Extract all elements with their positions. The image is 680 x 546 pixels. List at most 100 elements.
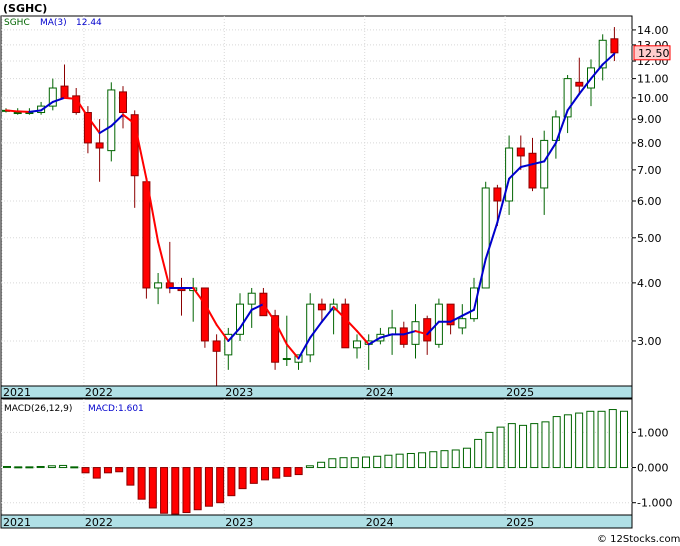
candle-body — [528, 152, 537, 189]
price-legend-ma: MA(3) — [40, 18, 67, 28]
macd-bar — [59, 464, 68, 469]
candle-body — [540, 139, 549, 189]
macd-bar — [3, 465, 11, 469]
macd-bar — [305, 465, 314, 469]
macd-tick-label: 0.000 — [637, 462, 669, 475]
macd-bar — [261, 467, 270, 481]
ma-segment — [5, 109, 19, 113]
macd-bar — [227, 467, 236, 497]
candle-body — [516, 147, 525, 157]
macd-bar — [171, 467, 180, 515]
macd-year-label: 2025 — [506, 516, 534, 529]
candle-body — [247, 292, 256, 305]
macd-bar — [350, 457, 359, 469]
price-year-label: 2025 — [506, 386, 534, 399]
chart-root: 3.00 4.00 5.00 6.00 7.00 8.00 9.00 10.00 11.00 12… — [0, 0, 680, 546]
candle-body — [95, 142, 104, 149]
price-tick-label: 7.00 — [637, 164, 662, 177]
macd-bar — [317, 461, 326, 469]
site-credit: © 12Stocks.com — [597, 534, 680, 545]
chart-title: (SGHC) — [3, 2, 47, 15]
macd-bar — [406, 452, 415, 469]
candle-body — [212, 340, 221, 352]
macd-bar — [418, 452, 427, 469]
candle-body — [505, 147, 514, 202]
candle-body — [423, 318, 432, 342]
price-legend-ma-value: 12.44 — [76, 18, 102, 28]
macd-axis: 1.000 0.000 -1.000 — [632, 426, 672, 510]
price-tick-label: 10.00 — [637, 92, 669, 105]
price-tick-label: 5.00 — [637, 232, 662, 245]
price-year-label: 2024 — [366, 386, 394, 399]
candle-body — [142, 181, 151, 289]
macd-bar — [81, 467, 90, 474]
price-tick-label: 8.00 — [637, 137, 662, 150]
macd-bar — [519, 424, 528, 469]
macd-bar — [204, 467, 213, 507]
macd-bar — [384, 454, 393, 469]
macd-bar — [328, 458, 337, 469]
macd-bar — [283, 467, 292, 477]
macd-bar — [462, 447, 471, 469]
macd-tick-label: -1.000 — [637, 497, 672, 510]
macd-bar — [620, 410, 628, 469]
macd-bar — [451, 449, 460, 469]
candle-body — [317, 303, 326, 311]
price-tick-label: 3.00 — [637, 335, 662, 348]
macd-bar — [586, 410, 595, 469]
macd-bar — [14, 466, 23, 469]
macd-bar — [575, 412, 584, 469]
macd-bar — [160, 467, 169, 514]
candle-body — [306, 303, 315, 356]
price-tick-label: 6.00 — [637, 195, 662, 208]
candle-body — [353, 340, 361, 349]
macd-bar — [485, 431, 494, 469]
candle-body — [493, 187, 502, 202]
macd-bar — [193, 467, 202, 511]
price-legend-ticker: SGHC — [4, 18, 30, 28]
candle-body — [60, 85, 69, 99]
candle-body — [282, 358, 291, 361]
last-price-tag: 12.50 — [633, 45, 671, 61]
candle-body — [458, 318, 467, 329]
macd-bar — [70, 466, 79, 469]
macd-legend-value: MACD:1.601 — [88, 404, 144, 414]
candle-body — [341, 303, 350, 349]
macd-bar — [507, 423, 516, 469]
price-tick-label: 14.00 — [637, 24, 669, 37]
candle-body — [610, 38, 619, 54]
macd-bar — [238, 467, 247, 490]
macd-bar — [608, 409, 617, 469]
macd-bar — [339, 457, 348, 469]
price-year-label: 2022 — [85, 386, 113, 399]
price-tick-label: 4.00 — [637, 277, 662, 290]
macd-bar — [182, 467, 191, 514]
last-price-tag-text: 12.50 — [638, 47, 670, 60]
candle-body — [107, 89, 116, 152]
macd-year-label: 2023 — [225, 516, 253, 529]
macd-bar — [115, 467, 124, 473]
macd-bar — [373, 455, 382, 469]
candle-body — [200, 287, 209, 342]
candle-body — [154, 282, 163, 289]
price-year-label: 2021 — [3, 386, 31, 399]
macd-bar — [216, 467, 225, 504]
macd-bar — [530, 423, 539, 469]
macd-bar — [361, 456, 370, 469]
macd-bar — [126, 467, 135, 486]
macd-bar — [395, 453, 404, 469]
candle-body — [13, 112, 22, 115]
macd-bar — [272, 467, 281, 479]
price-tick-label: 11.00 — [637, 73, 669, 86]
macd-bar — [429, 451, 438, 469]
macd-year-label: 2022 — [85, 516, 113, 529]
macd-bar — [563, 414, 572, 469]
macd-legend-label: MACD(26,12,9) — [4, 404, 72, 414]
macd-bar — [25, 466, 34, 469]
macd-bar — [103, 467, 112, 474]
macd-year-label: 2024 — [366, 516, 394, 529]
macd-bar — [496, 426, 505, 469]
candle-body — [411, 321, 420, 345]
macd-bar — [552, 416, 561, 469]
macd-bar — [597, 410, 606, 469]
